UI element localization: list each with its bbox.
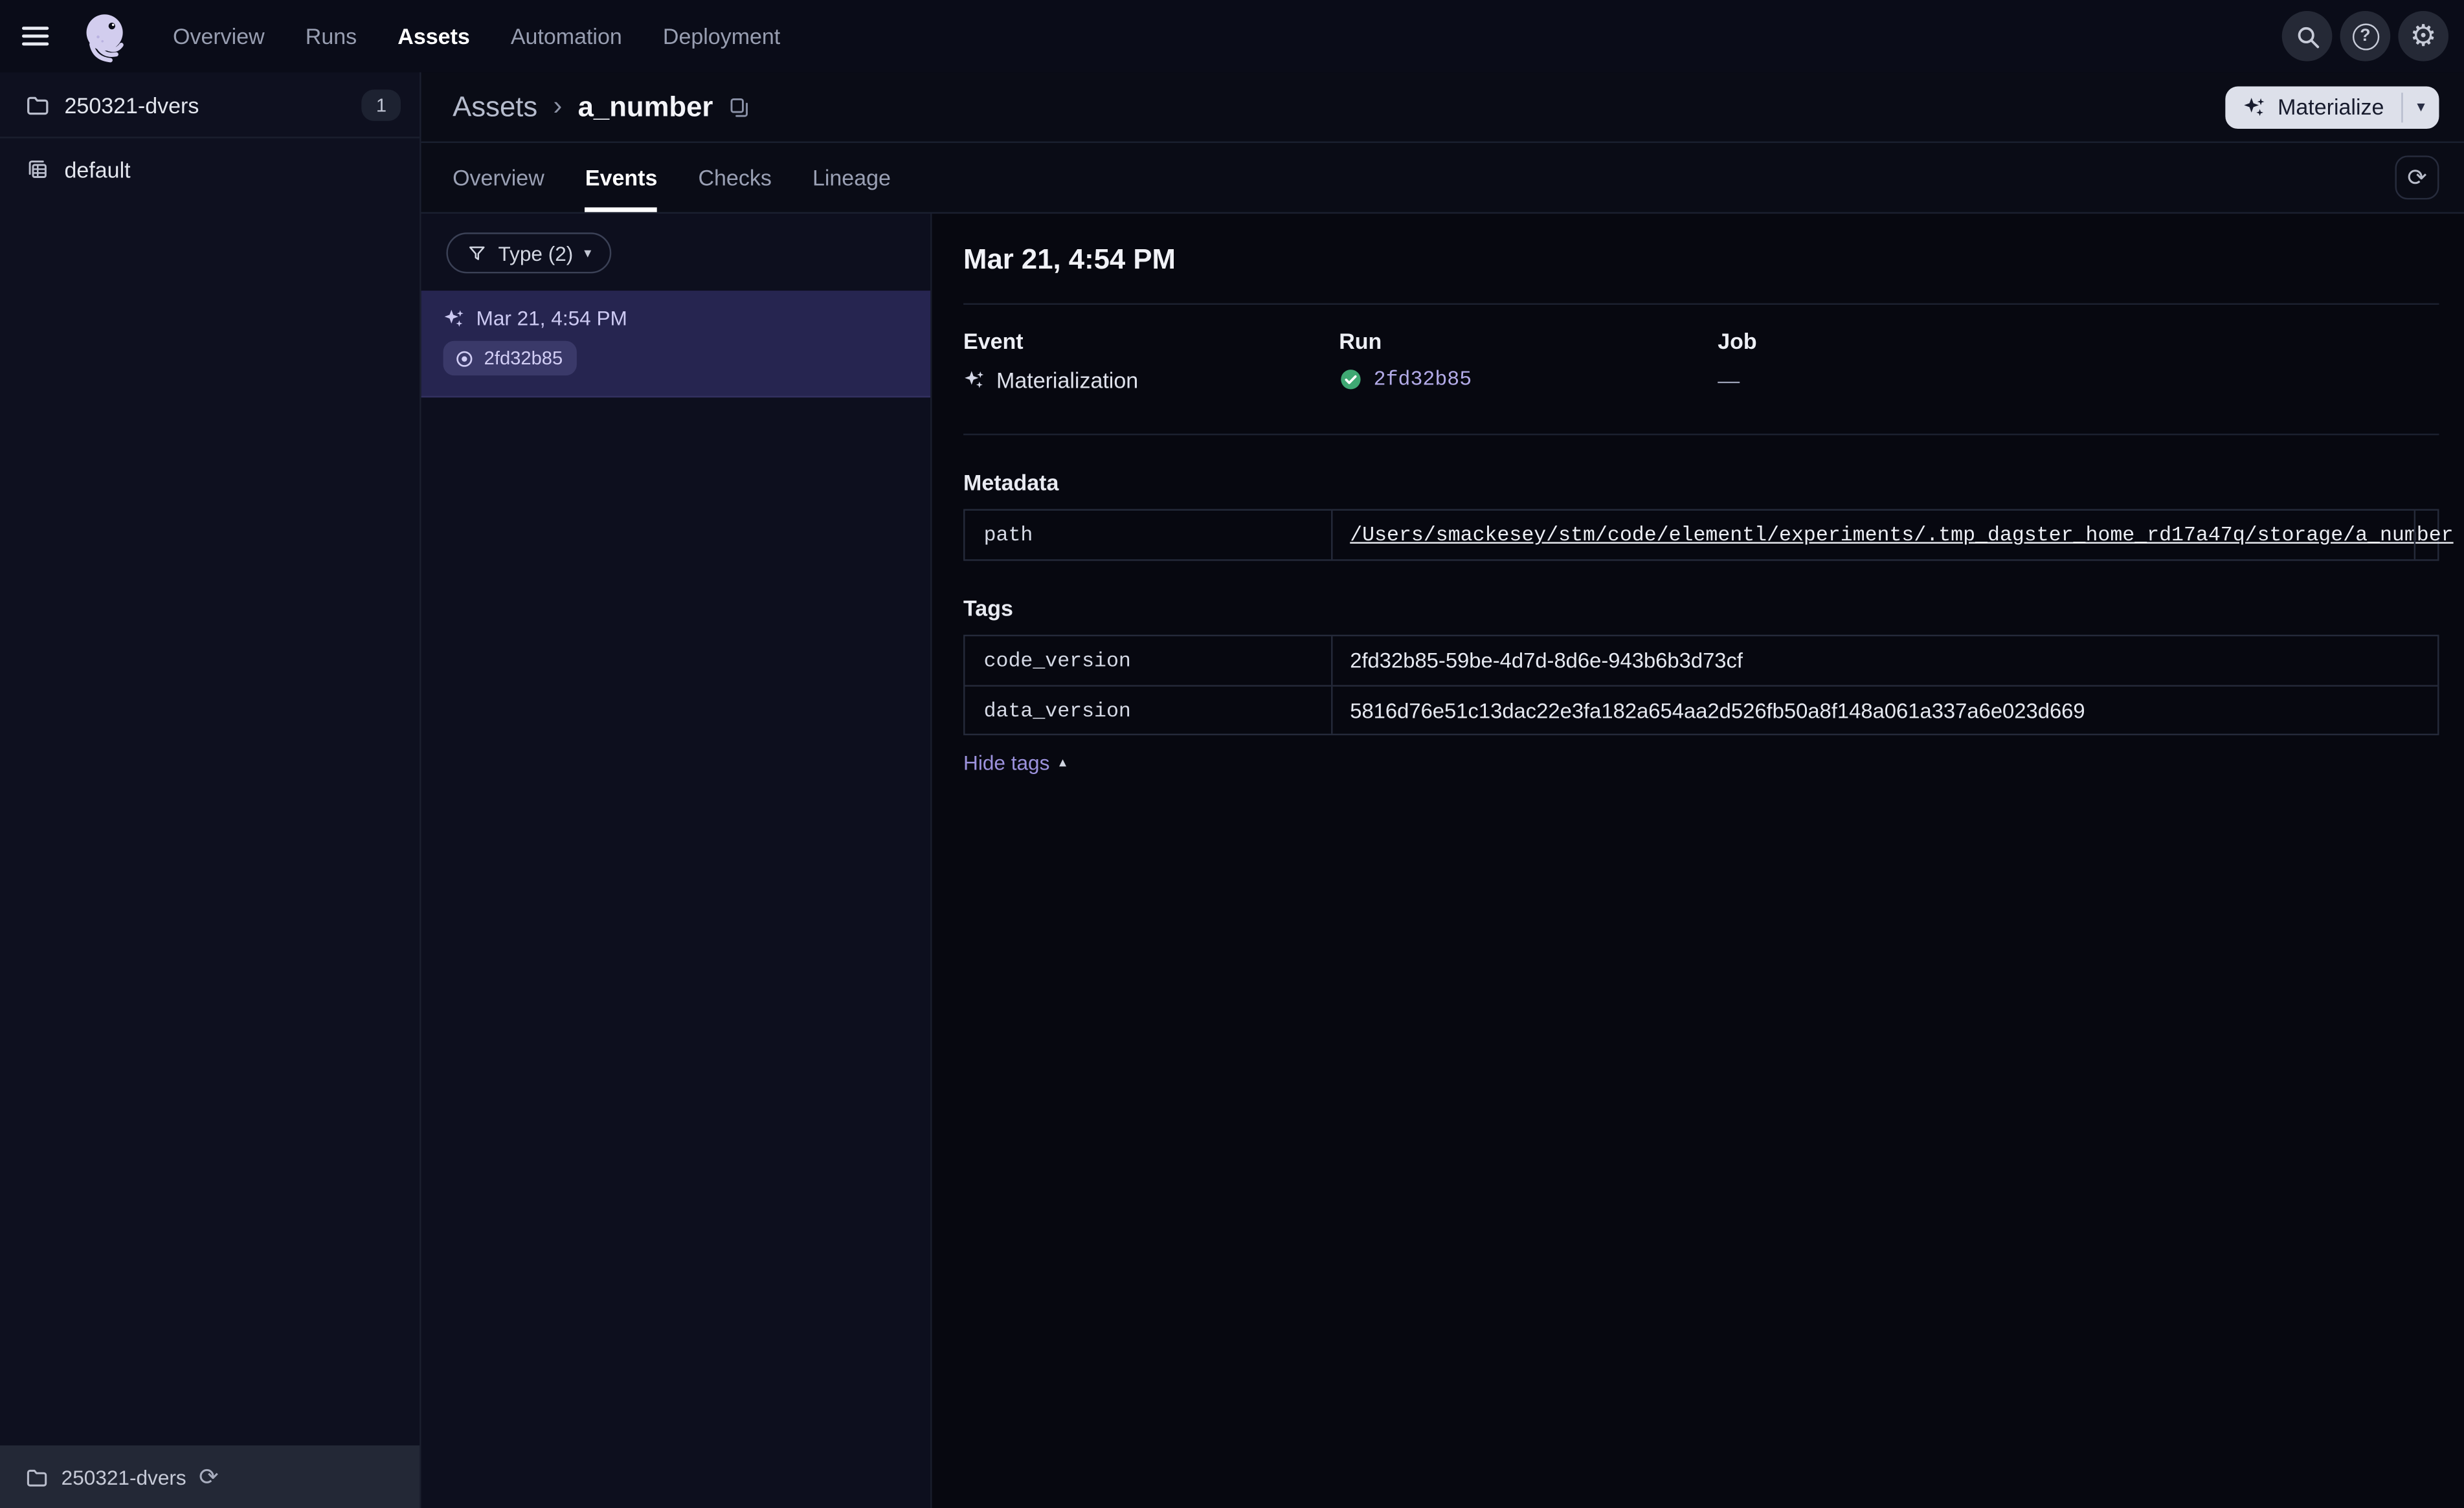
- divider: [963, 433, 2439, 436]
- materialize-split-button: Materialize ▾: [2225, 85, 2439, 128]
- hide-tags-label: Hide tags: [963, 751, 1050, 775]
- tags-section-title: Tags: [963, 595, 1013, 621]
- copy-icon: [730, 97, 748, 116]
- run-target-icon: [456, 350, 473, 366]
- sync-icon: ⟳: [2407, 164, 2427, 192]
- table-row: data_version 5816d76e51c13dac22e3fa182a6…: [965, 685, 2438, 734]
- search-icon: [2297, 26, 2318, 48]
- materialization-sparkle-icon: [965, 371, 984, 388]
- hide-tags-button[interactable]: Hide tags ▴: [963, 751, 1066, 774]
- table-row: path /Users/smackesey/stm/code/elementl/…: [965, 510, 2454, 560]
- tab-events[interactable]: Events: [585, 143, 657, 212]
- tab-overview[interactable]: Overview: [453, 143, 544, 212]
- filter-funnel-icon: [469, 245, 485, 260]
- footer-code-location-name: 250321-dvers: [61, 1465, 186, 1489]
- sidebar-footer: 250321-dvers ⟳: [0, 1445, 420, 1508]
- sidebar-item-default-group[interactable]: default: [0, 139, 420, 201]
- copy-asset-name-button[interactable]: [727, 95, 750, 118]
- chevron-down-icon: ▾: [2417, 98, 2425, 116]
- event-column-label: Event: [963, 328, 1024, 354]
- nav-item-runs[interactable]: Runs: [306, 23, 357, 49]
- metadata-table: path /Users/smackesey/stm/code/elementl/…: [963, 509, 2454, 561]
- asset-group-icon: [28, 161, 47, 178]
- type-filter-label: Type (2): [498, 241, 574, 265]
- chevron-up-icon: ▴: [1058, 754, 1066, 770]
- type-filter-button[interactable]: Type (2) ▾: [446, 232, 612, 274]
- help-button[interactable]: ?: [2340, 10, 2391, 61]
- event-detail-heading: Mar 21, 4:54 PM: [963, 243, 1176, 275]
- tab-checks[interactable]: Checks: [698, 143, 771, 212]
- metadata-key: path: [965, 510, 1333, 560]
- settings-button[interactable]: ⚙: [2398, 10, 2449, 61]
- job-column-label: Job: [1718, 328, 1757, 354]
- events-list-panel: Type (2) ▾ Mar 21, 4:54 PM 2fd32b85: [421, 214, 932, 1508]
- event-summary-columns: Event Materialization Run 2fd32b85 Job —: [963, 328, 2439, 393]
- tab-lineage[interactable]: Lineage: [812, 143, 891, 212]
- folder-icon: [27, 96, 49, 114]
- tag-value: 2fd32b85-59be-4d7d-8d6e-943b6b3d73cf: [1350, 649, 1743, 672]
- tag-key: code_version: [965, 636, 1333, 685]
- chevron-right-icon: ›: [553, 91, 563, 121]
- job-value: —: [1718, 368, 1740, 393]
- job-column: Job —: [1718, 328, 2439, 393]
- main-content: Assets › a_number Materialize ▾ Overview…: [421, 72, 2464, 1508]
- nav-item-deployment[interactable]: Deployment: [663, 23, 780, 49]
- nav-item-overview[interactable]: Overview: [173, 23, 265, 49]
- asset-count-badge: 1: [362, 89, 401, 120]
- breadcrumb-assets-link[interactable]: Assets: [453, 91, 537, 124]
- asset-tabs: Overview Events Checks Lineage ⟳: [421, 143, 2464, 214]
- run-id-link[interactable]: 2fd32b85: [1374, 368, 1472, 391]
- event-detail-panel: Mar 21, 4:54 PM Event Materialization Ru…: [932, 214, 2464, 1508]
- events-filter-bar: Type (2) ▾: [421, 214, 931, 291]
- event-column: Event Materialization: [963, 328, 1339, 393]
- chevron-down-icon: ▾: [584, 244, 592, 260]
- gear-icon: ⚙: [2410, 19, 2437, 53]
- nav-items: Overview Runs Assets Automation Deployme…: [173, 23, 780, 49]
- metadata-section-title: Metadata: [963, 469, 1059, 495]
- materialize-button[interactable]: Materialize: [2226, 85, 2401, 128]
- sidebar-item-code-location[interactable]: 250321-dvers 1: [0, 72, 420, 139]
- top-nav: Overview Runs Assets Automation Deployme…: [0, 0, 2464, 72]
- event-run-id-tag[interactable]: 2fd32b85: [443, 340, 577, 376]
- run-column-label: Run: [1339, 328, 1382, 354]
- breadcrumb: Assets › a_number Materialize ▾: [421, 72, 2464, 143]
- table-row: code_version 2fd32b85-59be-4d7d-8d6e-943…: [965, 636, 2437, 685]
- question-icon: ?: [2351, 23, 2379, 50]
- asset-group-name: default: [64, 157, 131, 183]
- event-type-value: Materialization: [996, 368, 1139, 393]
- tag-key: data_version: [965, 686, 1333, 734]
- tag-value: 5816d76e51c13dac22e3fa182a654aa2d526fb50…: [1350, 698, 2085, 722]
- table-end-cell: [2414, 510, 2437, 560]
- run-success-check-icon: [1341, 370, 1361, 390]
- metadata-path-link[interactable]: /Users/smackesey/stm/code/elementl/exper…: [1350, 523, 2453, 546]
- nav-item-assets[interactable]: Assets: [398, 23, 469, 49]
- event-list-item-selected[interactable]: Mar 21, 4:54 PM 2fd32b85: [421, 291, 931, 397]
- hamburger-menu-icon[interactable]: [21, 19, 56, 53]
- asset-sidebar: 250321-dvers 1 default 250321-dvers ⟳: [0, 72, 421, 1508]
- materialization-sparkle-icon: [444, 309, 464, 326]
- refresh-button[interactable]: ⟳: [2395, 155, 2439, 200]
- tags-table: code_version 2fd32b85-59be-4d7d-8d6e-943…: [963, 634, 2439, 736]
- nav-item-automation[interactable]: Automation: [511, 23, 622, 49]
- dagster-app: Overview Runs Assets Automation Deployme…: [0, 0, 2464, 1508]
- materialize-dropdown-button[interactable]: ▾: [2403, 85, 2439, 128]
- folder-icon: [27, 1469, 47, 1486]
- event-run-id: 2fd32b85: [484, 347, 563, 370]
- sync-icon[interactable]: ⟳: [199, 1465, 219, 1489]
- run-column: Run 2fd32b85: [1339, 328, 1718, 393]
- event-timestamp: Mar 21, 4:54 PM: [476, 306, 627, 330]
- dagster-logo-icon[interactable]: [77, 7, 135, 65]
- divider: [963, 303, 2439, 305]
- code-location-name: 250321-dvers: [64, 92, 199, 117]
- page-title: a_number: [577, 90, 713, 122]
- materialize-label: Materialize: [2278, 94, 2384, 120]
- search-button[interactable]: [2281, 10, 2333, 61]
- materialization-sparkle-icon: [2244, 96, 2265, 115]
